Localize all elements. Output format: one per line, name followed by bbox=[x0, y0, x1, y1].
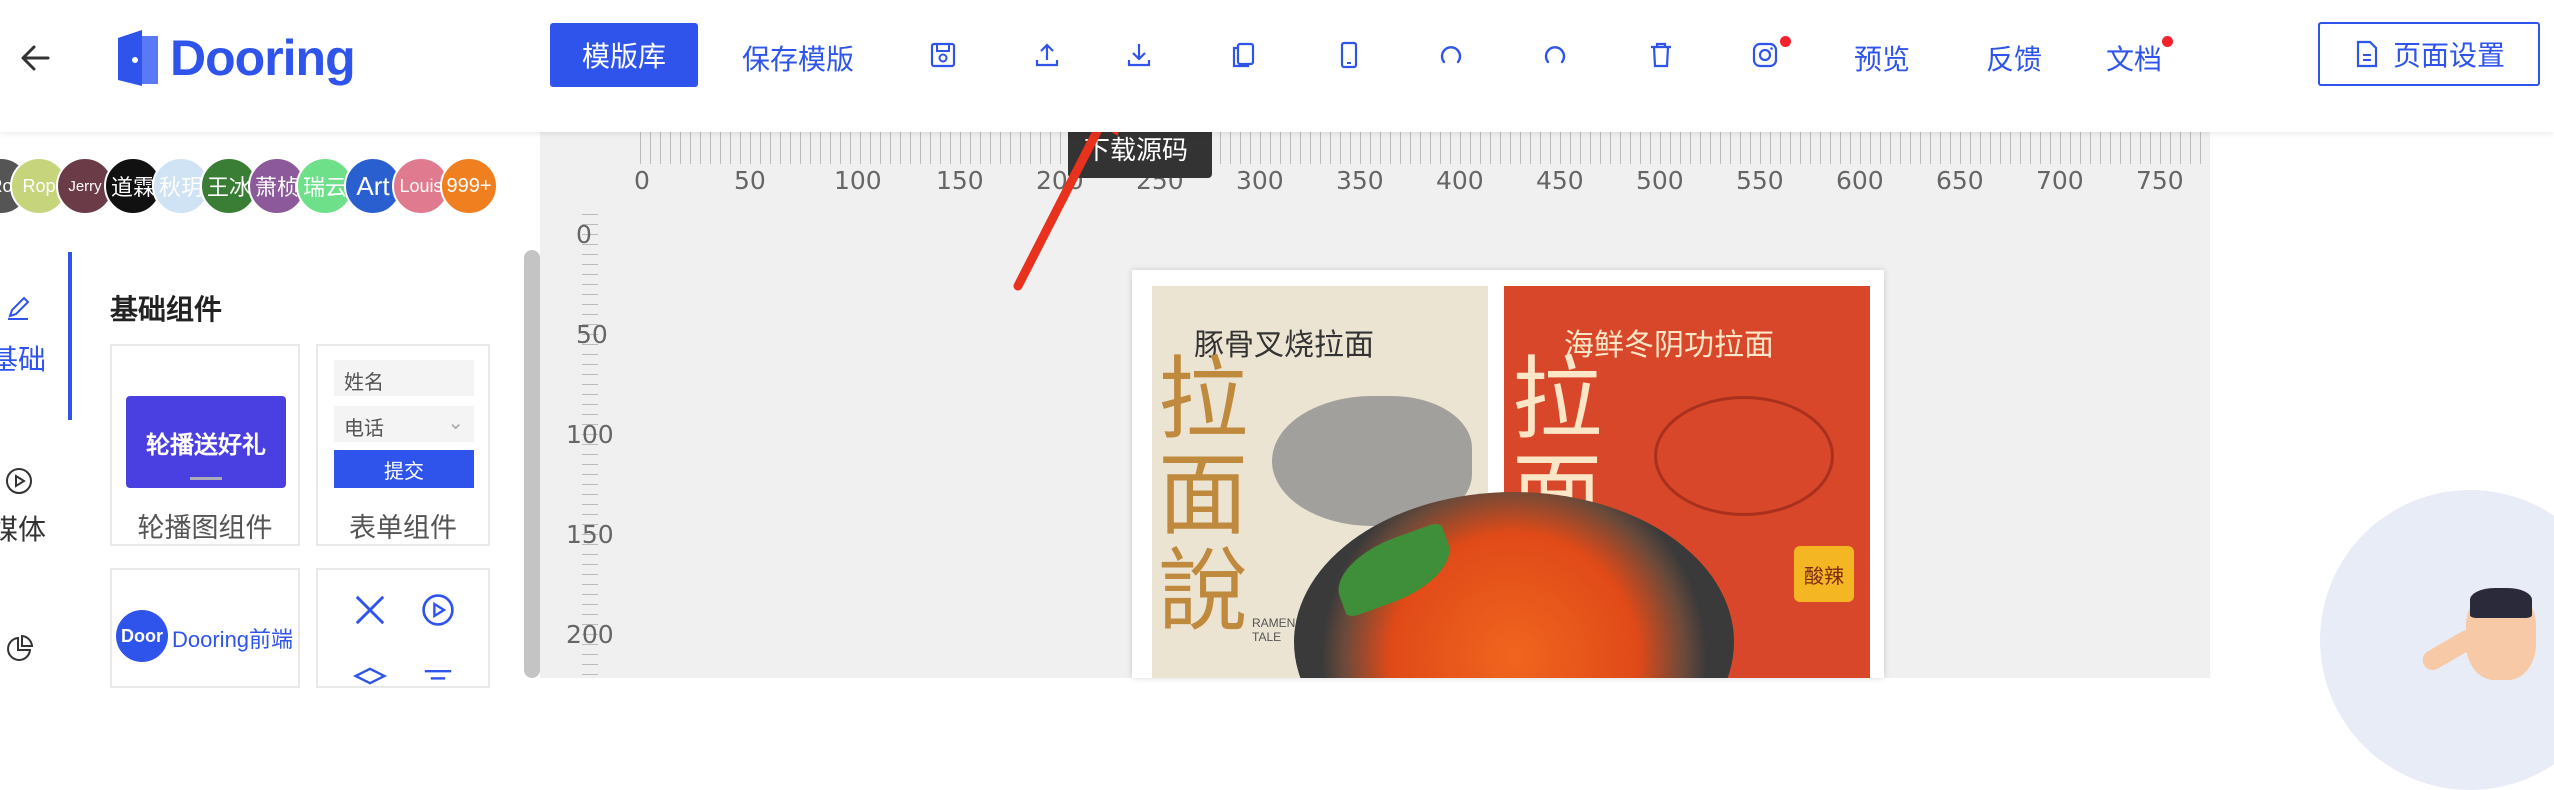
form-field-preview: 姓名 bbox=[334, 360, 474, 396]
component-label: 表单组件 bbox=[349, 513, 457, 543]
image-icon bbox=[355, 595, 385, 625]
pie-chart-icon[interactable] bbox=[4, 634, 34, 664]
chevron-down-icon: ⌄ bbox=[447, 412, 464, 434]
horizontal-ruler bbox=[640, 132, 2210, 164]
ruler-tick-label: 50 bbox=[576, 320, 608, 349]
docs-button[interactable]: 文档 bbox=[2106, 38, 2162, 78]
ruler-tick-label: 150 bbox=[566, 520, 614, 549]
undo-icon[interactable] bbox=[1436, 40, 1466, 70]
redo-icon[interactable] bbox=[1540, 40, 1570, 70]
media-component-card[interactable] bbox=[316, 568, 490, 688]
docs-notification-dot bbox=[2162, 36, 2173, 47]
sidebar-tab-label: 媒体 bbox=[0, 514, 47, 545]
form-select-preview: 电话 ⌄ bbox=[334, 406, 474, 442]
ruler-tick-label: 50 bbox=[734, 166, 766, 195]
brush-icon bbox=[8, 296, 30, 320]
dooring-logo[interactable]: Dooring bbox=[112, 28, 356, 88]
dooring-component-card[interactable]: Door Dooring前端 bbox=[110, 568, 300, 688]
template-library-button[interactable]: 模版库 bbox=[550, 23, 698, 87]
align-icon bbox=[424, 670, 452, 680]
ruler-tick-label: 400 bbox=[1436, 166, 1484, 195]
sidebar-tab-active-indicator bbox=[68, 252, 72, 420]
ruler-tick-label: 500 bbox=[1636, 166, 1684, 195]
avatar-overflow-count[interactable]: 999+ bbox=[440, 157, 498, 215]
dooring-logo-circle: Door bbox=[116, 610, 168, 662]
download-code-icon[interactable] bbox=[1124, 40, 1154, 70]
play-circle-icon bbox=[422, 594, 454, 626]
brand-name: Dooring bbox=[170, 30, 356, 86]
ruler-tick-label: 300 bbox=[1236, 166, 1284, 195]
ruler-tick-label: 600 bbox=[1836, 166, 1884, 195]
section-title: 基础组件 bbox=[110, 294, 223, 325]
component-label: 轮播图组件 bbox=[137, 513, 273, 543]
ruler-tick-label: 700 bbox=[2036, 166, 2084, 195]
sidebar-scrollbar[interactable] bbox=[524, 250, 540, 678]
instagram-icon[interactable] bbox=[1750, 40, 1780, 70]
ruler-tick-label: 100 bbox=[834, 166, 882, 195]
save-icon[interactable] bbox=[928, 40, 958, 70]
save-template-button[interactable]: 保存模版 bbox=[742, 38, 854, 78]
form-submit-preview: 提交 bbox=[334, 450, 474, 488]
ruler-tick-label: 0 bbox=[634, 166, 650, 195]
carousel-component-card[interactable]: 轮播送好礼 轮播图组件 bbox=[110, 344, 300, 546]
page-settings-icon bbox=[2356, 40, 2378, 68]
page-settings-button[interactable]: 页面设置 bbox=[2318, 22, 2540, 86]
ruler-tick-label: 0 bbox=[576, 220, 592, 249]
ruler-tick-label: 100 bbox=[566, 420, 614, 449]
sidebar-tab-label: 基础 bbox=[0, 344, 47, 375]
ruler-tick-label: 550 bbox=[1736, 166, 1784, 195]
ruler-tick-label: 200 bbox=[566, 620, 614, 649]
ruler-tick-label: 450 bbox=[1536, 166, 1584, 195]
carousel-preview: 轮播送好礼 bbox=[126, 396, 286, 488]
notification-dot bbox=[1780, 36, 1791, 47]
copy-icon[interactable] bbox=[1228, 40, 1258, 70]
preview-button[interactable]: 预览 bbox=[1854, 38, 1910, 78]
cube-icon bbox=[352, 667, 388, 685]
delete-icon[interactable] bbox=[1646, 40, 1676, 70]
ruler-tick-label: 650 bbox=[1936, 166, 1984, 195]
top-toolbar: Dooring 模版库 保存模版 预览 反馈 文档 页面设置 bbox=[0, 0, 2554, 132]
play-circle-icon bbox=[6, 468, 32, 494]
form-component-card[interactable]: 姓名 电话 ⌄ 提交 表单组件 bbox=[316, 344, 490, 546]
canvas-page[interactable]: 豚骨叉烧拉面 拉 面 說 RAMEN TALE 海鲜冬阴功拉面 拉 面 酸辣 bbox=[1132, 270, 1884, 678]
ruler-tick-label: 350 bbox=[1336, 166, 1384, 195]
back-arrow-icon[interactable] bbox=[16, 38, 56, 78]
ruler-tick-label: 150 bbox=[936, 166, 984, 195]
upload-icon[interactable] bbox=[1032, 40, 1062, 70]
ruler-tick-label: 750 bbox=[2136, 166, 2184, 195]
mobile-preview-icon[interactable] bbox=[1334, 40, 1364, 70]
feedback-button[interactable]: 反馈 bbox=[1986, 38, 2042, 78]
door-logo-icon bbox=[118, 30, 158, 86]
